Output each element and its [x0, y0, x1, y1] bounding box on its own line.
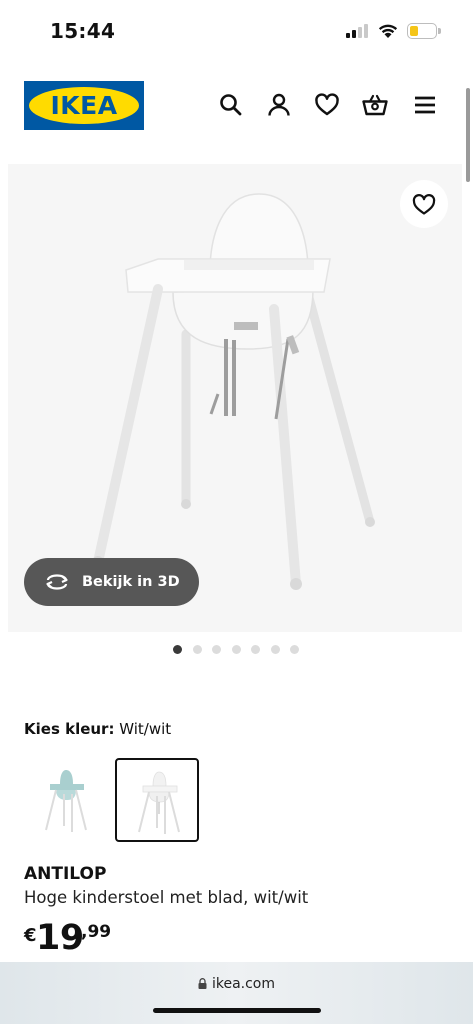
menu-icon[interactable] [412, 92, 438, 118]
browser-address-bar[interactable]: ikea.com [0, 962, 473, 1024]
product-name: ANTILOP [24, 864, 107, 884]
gallery-dot[interactable] [192, 645, 202, 654]
battery-level [410, 26, 418, 36]
home-indicator[interactable] [153, 1008, 321, 1013]
rotate-3d-icon [46, 574, 68, 590]
url-display[interactable]: ikea.com [0, 976, 473, 992]
heart-icon[interactable] [314, 92, 340, 118]
search-icon[interactable] [218, 92, 244, 118]
add-to-favourites-button[interactable] [400, 180, 448, 228]
scrollbar-thumb[interactable] [466, 88, 470, 182]
view-in-3d-button[interactable]: Bekijk in 3D [24, 558, 199, 606]
white-chair-thumbnail [138, 771, 180, 834]
price-currency: € [24, 925, 37, 946]
color-label: Kies kleur: [24, 720, 115, 738]
battery-icon [407, 23, 441, 39]
logo-text: IKEA [50, 91, 118, 120]
price-integer: 19 [36, 918, 84, 958]
selected-color: Wit/wit [119, 720, 172, 738]
light-blue-chair-thumbnail [45, 770, 87, 832]
color-chooser-label: Kies kleur: Wit/wit [24, 720, 171, 738]
url-text: ikea.com [211, 976, 276, 992]
wifi-icon [377, 22, 399, 39]
heart-icon [412, 194, 436, 215]
gallery-dot[interactable] [212, 645, 221, 654]
cellular-signal-icon [346, 24, 370, 38]
lock-icon [198, 977, 207, 989]
status-bar: 15:44 [0, 0, 473, 60]
gallery-dot[interactable] [251, 645, 260, 654]
color-option-white[interactable] [115, 758, 199, 842]
basket-icon[interactable] [362, 92, 388, 118]
gallery-dot[interactable] [290, 645, 299, 654]
user-icon[interactable] [266, 92, 292, 118]
gallery-dot[interactable] [173, 645, 182, 654]
price-decimals: ,99 [81, 922, 112, 942]
gallery-dot[interactable] [270, 645, 280, 654]
gallery-dot[interactable] [231, 645, 241, 654]
color-option-light-blue[interactable] [24, 758, 108, 842]
site-header: IKEA [0, 78, 473, 134]
product-description: Hoge kinderstoel met blad, wit/wit [24, 888, 309, 907]
ikea-logo[interactable]: IKEA [24, 81, 144, 130]
view-in-3d-label: Bekijk in 3D [82, 574, 180, 590]
status-time: 15:44 [50, 19, 116, 43]
